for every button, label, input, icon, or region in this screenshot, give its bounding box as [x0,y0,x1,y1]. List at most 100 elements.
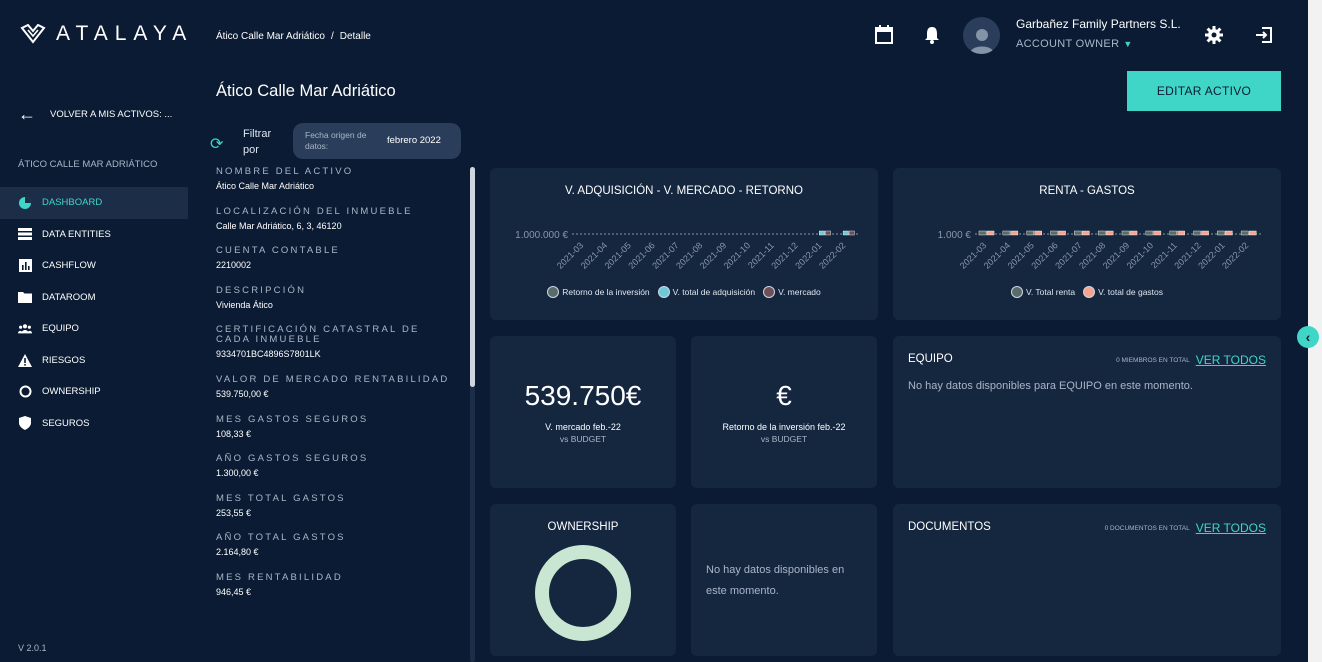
detail-label: AÑO GASTOS SEGUROS [216,453,369,465]
bar[interactable] [842,230,849,236]
bar-chart-icon [18,259,32,273]
account-role-label: ACCOUNT OWNER [1016,38,1120,50]
bar[interactable] [1105,230,1114,236]
investment-return-value: € [776,380,792,411]
details-scrollbar-thumb[interactable] [470,167,475,387]
sidebar-item-ownership[interactable]: OWNERSHIP [0,376,188,408]
bar[interactable] [1248,230,1257,236]
documents-count-text: 0 DOCUMENTOS EN TOTAL [1104,524,1190,532]
sidebar-item-dataroom[interactable]: DATAROOM [0,282,188,314]
detail-field: DESCRIPCIÓN Vivienda Ático [216,285,456,310]
brand-name: ATALAYA [56,22,194,45]
detail-field: CERTIFICACIÓN CATASTRAL DE CADA INMUEBLE… [216,325,456,360]
bar[interactable] [825,230,831,236]
bar[interactable] [848,230,855,236]
team-count: 0 MIEMBROS EN TOTAL VER TODOS [1116,353,1266,367]
team-view-all-link[interactable]: VER TODOS [1196,353,1266,367]
detail-label: AÑO TOTAL GASTOS [216,532,346,544]
sidebar-item-label: SEGUROS [42,417,90,429]
bar[interactable] [1169,230,1177,236]
investment-return-label: Retorno de la inversión feb.-22 [722,422,846,432]
bar[interactable] [819,230,825,236]
legend-swatch [657,286,670,298]
detail-value: 253,55 € [216,507,252,518]
bar[interactable] [1145,230,1154,236]
bar[interactable] [1121,230,1130,236]
legend-label: V. total de adquisición [672,287,756,297]
detail-field: NOMBRE DEL ACTIVO Ático Calle Mar Adriáti… [216,167,456,191]
team-card: EQUIPO 0 MIEMBROS EN TOTAL VER TODOS No … [893,336,1281,488]
sidebar-item-cashflow[interactable]: CASHFLOW [0,250,188,282]
bar[interactable] [1097,230,1106,236]
bar[interactable] [1225,230,1233,236]
calendar-icon[interactable] [874,25,894,45]
bar[interactable] [1026,230,1034,236]
legend-item[interactable]: Retorno de la inversión [547,286,650,298]
chart-legend: V. Total renta V. total de gastos [893,286,1281,298]
bar[interactable] [1129,230,1138,236]
legend-item[interactable]: V. mercado [763,286,821,298]
bar[interactable] [1082,230,1090,236]
sidebar-item-equipo[interactable]: EQUIPO [0,313,188,345]
documents-view-all-link[interactable]: VER TODOS [1196,521,1266,535]
bar[interactable] [1058,230,1066,236]
legend-item[interactable]: V. total de adquisición [657,286,756,298]
pie-chart-icon [18,196,32,210]
app-window: ATALAYA Ático Calle Mar Adriático / Detall… [0,0,1308,662]
bar[interactable] [1193,230,1201,236]
bar[interactable] [1240,230,1249,236]
bar[interactable] [1177,230,1185,236]
bar[interactable] [1217,230,1225,236]
bar[interactable] [1201,230,1209,236]
x-tick-label: 2022-02 [817,240,847,270]
bar[interactable] [1074,230,1082,236]
bar[interactable] [1010,230,1019,236]
chevron-left-icon[interactable]: ‹ [1297,326,1319,348]
bar[interactable] [1050,230,1058,236]
arrow-left-icon: ← [18,104,36,124]
avatar[interactable] [963,17,1000,54]
bar[interactable] [1153,230,1162,236]
detail-value: 1.300,00 € [216,468,259,479]
sidebar-item-label: DATA ENTITIES [42,228,111,240]
gear-icon[interactable] [1204,25,1224,45]
back-to-assets-link[interactable]: ← VOLVER A MIS ACTIVOS: ... [18,104,172,125]
detail-value: Ático Calle Mar Adriático [216,181,315,191]
pie-slice[interactable] [535,545,631,641]
detail-label: LOCALIZACIÓN DEL INMUEBLE [216,205,413,217]
bar[interactable] [1034,230,1042,236]
date-filter-pill[interactable]: Fecha origen de datos: febrero 2022 [293,123,461,159]
filter-value: febrero 2022 [387,135,441,146]
bar[interactable] [986,230,995,236]
edit-asset-button[interactable]: EDITAR ACTIVO [1127,71,1281,111]
sidebar-item-data-entities[interactable]: DATA ENTITIES [0,219,188,251]
refresh-icon[interactable]: ⟳ [210,134,223,154]
page-title: Ático Calle Mar Adriático [216,82,396,100]
sidebar-item-dashboard[interactable]: DASHBOARD [0,187,188,219]
sidebar-item-label: RIESGOS [42,354,86,366]
bell-icon[interactable] [923,25,941,45]
detail-value: 9334701BC4896S7801LK [216,349,321,360]
logout-icon[interactable] [1254,25,1274,45]
team-empty-message: No hay datos disponibles para EQUIPO en … [908,380,1193,392]
bar[interactable] [1002,230,1011,236]
sidebar-item-seguros[interactable]: SEGUROS [0,408,188,440]
legend-label: V. total de gastos [1098,287,1164,297]
income-expenses-card: RENTA - GASTOS 1.000 €2021-03 2021-04 2021… [893,168,1281,320]
team-icon [18,322,32,336]
account-role-dropdown[interactable]: ACCOUNT OWNER ▼ [1016,38,1133,50]
asset-details-list[interactable]: NOMBRE DEL ACTIVO Ático Calle Mar Adriáti… [216,167,456,662]
documents-card: DOCUMENTOS 0 DOCUMENTOS EN TOTAL VER TOD… [893,504,1281,656]
legend-item[interactable]: V. total de gastos [1083,286,1163,298]
sidebar-nav: DASHBOARD DATA ENTITIES CASHFLOW DATAROO… [0,187,188,439]
detail-label: NOMBRE DEL ACTIVO [216,167,354,177]
legend-item[interactable]: V. Total renta [1010,286,1075,298]
market-value-budget: vs BUDGET [559,434,607,444]
brand-logo[interactable]: ATALAYA [20,22,193,46]
sidebar-item-riesgos[interactable]: RIESGOS [0,345,188,377]
breadcrumb-parent[interactable]: Ático Calle Mar Adriático [216,31,325,42]
legend-swatch [1010,286,1023,298]
back-label: VOLVER A MIS ACTIVOS: ... [50,109,173,120]
bar[interactable] [978,230,987,236]
breadcrumb-current: Detalle [339,31,371,42]
